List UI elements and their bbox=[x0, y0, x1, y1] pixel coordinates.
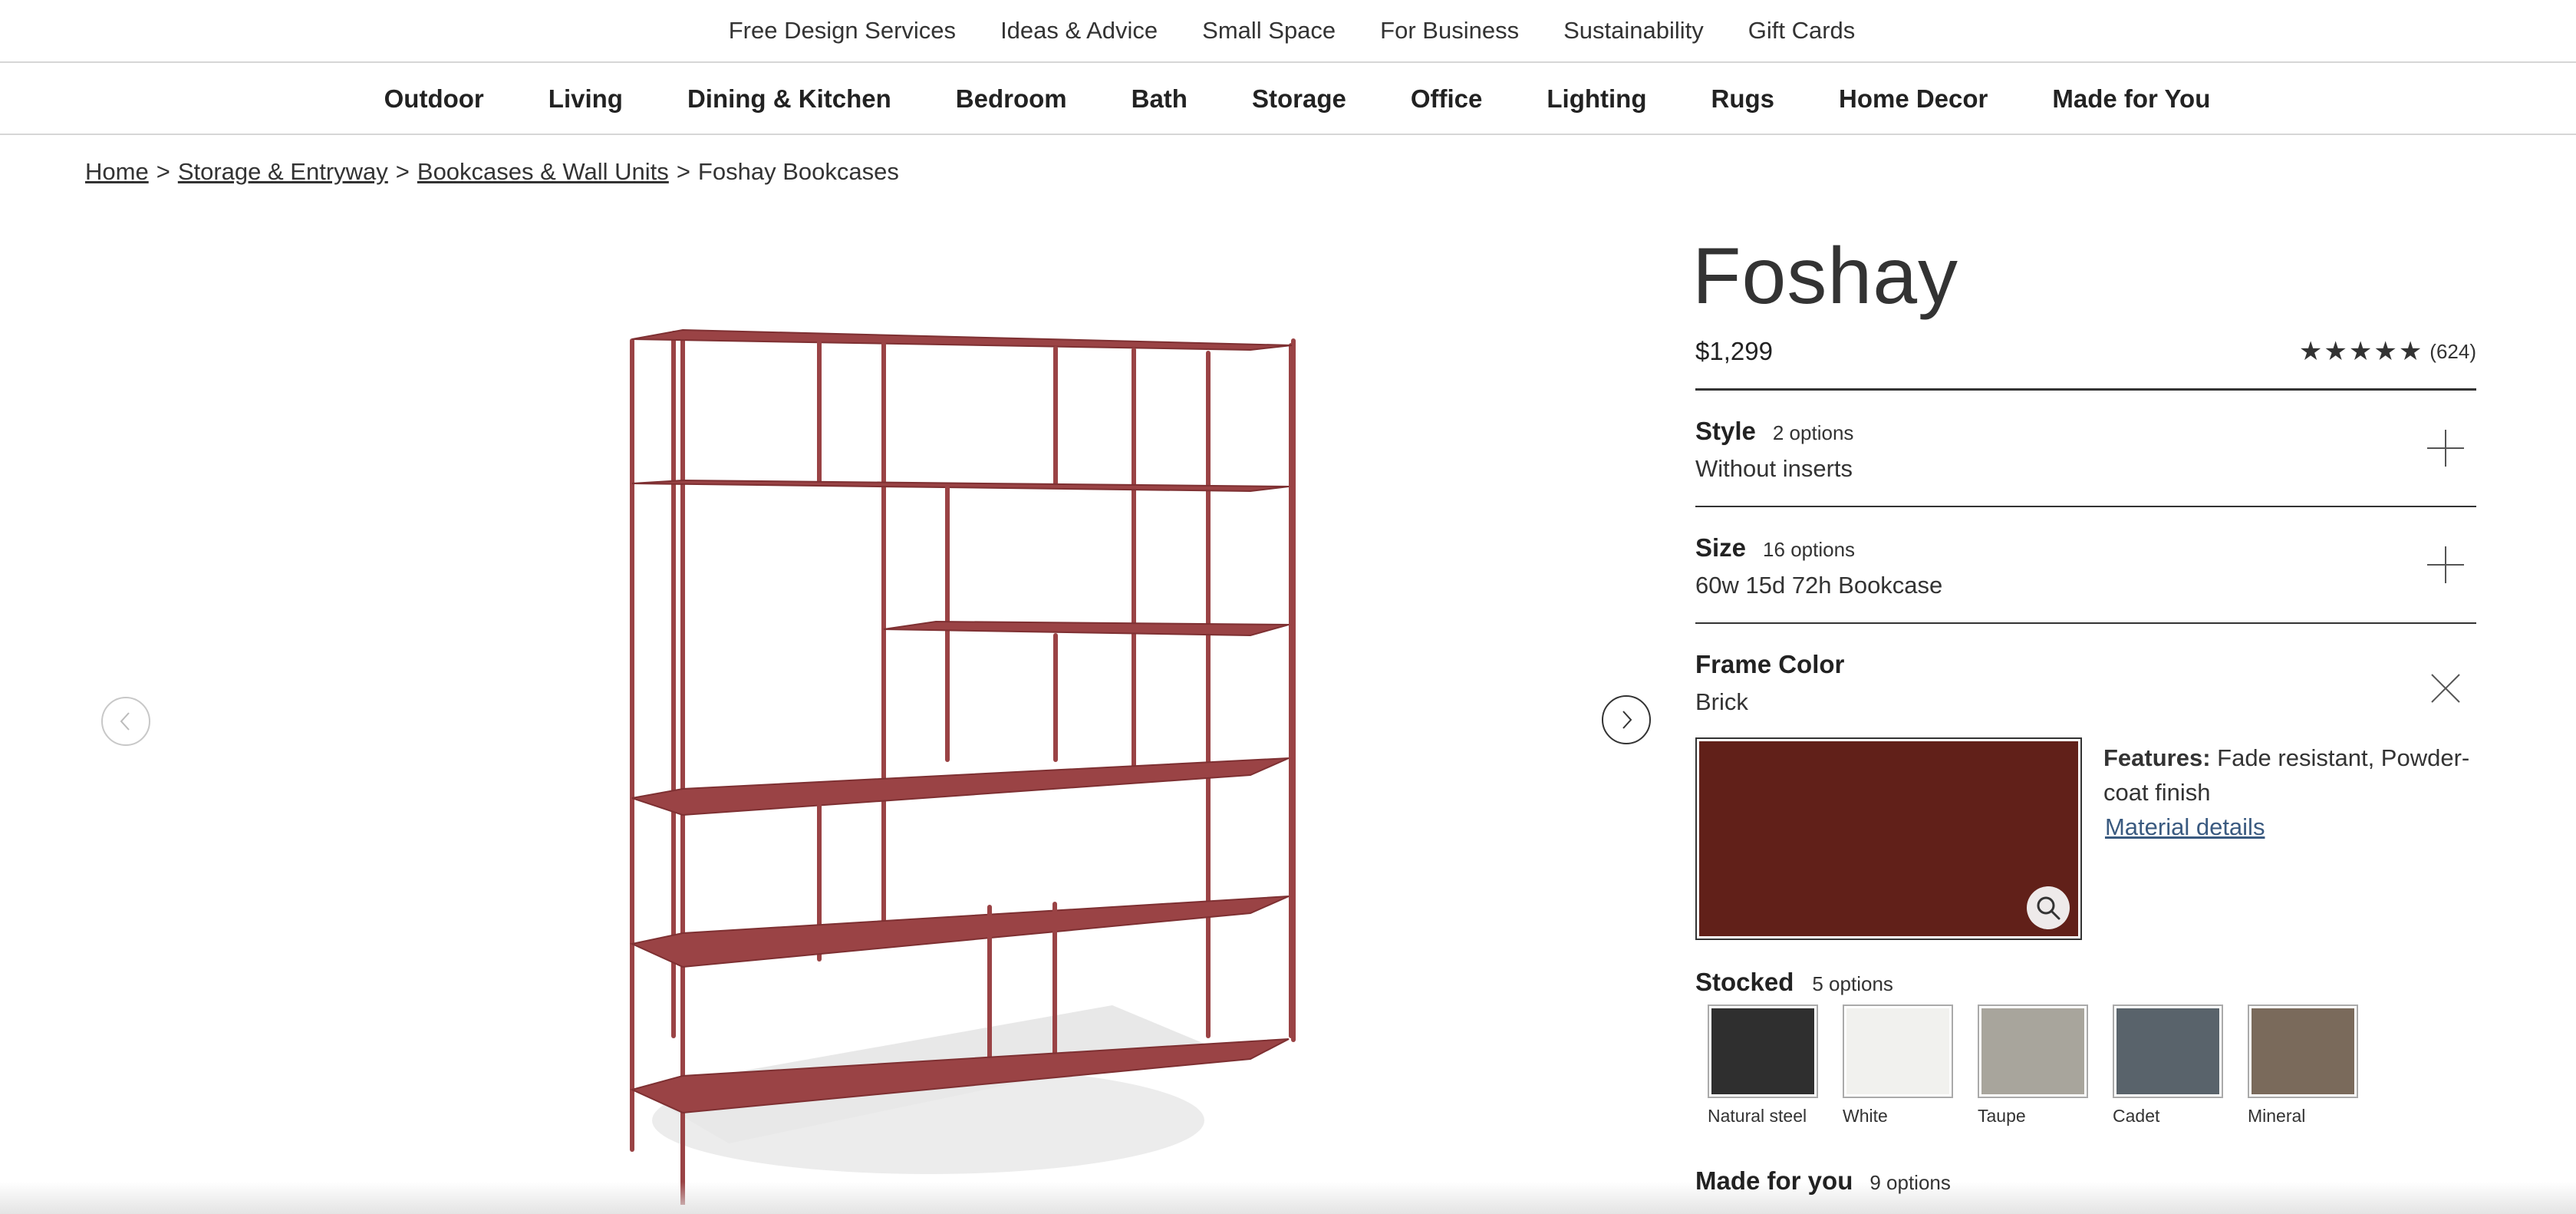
chip-label: Mineral bbox=[2248, 1106, 2306, 1126]
color-chip-taupe[interactable]: Taupe bbox=[1978, 1005, 2088, 1127]
color-chip-white[interactable]: White bbox=[1843, 1005, 1953, 1127]
utility-link-sustainability[interactable]: Sustainability bbox=[1563, 17, 1704, 45]
color-chip-list: Natural steel White Taupe Cadet Mineral bbox=[1695, 1005, 2476, 1127]
close-icon bbox=[2431, 674, 2460, 703]
selected-color-swatch[interactable] bbox=[1695, 737, 2082, 940]
collapse-frame-color-button[interactable] bbox=[2426, 668, 2466, 708]
nav-item-living[interactable]: Living bbox=[548, 84, 623, 114]
option-name: Style bbox=[1695, 417, 1756, 445]
chip-swatch bbox=[1978, 1005, 2088, 1098]
option-name: Made for you bbox=[1695, 1166, 1853, 1195]
chip-fill bbox=[2252, 1008, 2354, 1094]
breadcrumb-separator: > bbox=[156, 158, 170, 185]
utility-nav: Free Design Services Ideas & Advice Smal… bbox=[0, 0, 2576, 63]
bookcase-illustration bbox=[629, 328, 1296, 1207]
option-count: 9 options bbox=[1869, 1171, 1951, 1194]
gallery-next-button[interactable] bbox=[1602, 695, 1651, 744]
product-image bbox=[529, 269, 1296, 1207]
option-style[interactable]: Style 2 options Without inserts bbox=[1695, 391, 2476, 507]
material-details-link[interactable]: Material details bbox=[2105, 810, 2265, 844]
option-value: 60w 15d 72h Bookcase bbox=[1695, 572, 1943, 599]
price-rating-row: $1,299 ★★★★★ (624) bbox=[1695, 333, 2476, 391]
chip-swatch bbox=[2248, 1005, 2358, 1098]
frame-color-detail: Features: Fade resistant, Powder-coat fi… bbox=[1695, 737, 2476, 940]
gallery-prev-button[interactable] bbox=[101, 697, 150, 746]
breadcrumb-storage-entryway[interactable]: Storage & Entryway bbox=[178, 158, 388, 185]
product-gallery bbox=[84, 230, 1680, 1207]
breadcrumb-current: Foshay Bookcases bbox=[697, 158, 899, 185]
magnifier-icon bbox=[2037, 896, 2060, 920]
features-text: Features: Fade resistant, Powder-coat fi… bbox=[2103, 737, 2476, 940]
color-chip-natural-steel[interactable]: Natural steel bbox=[1708, 1005, 1818, 1127]
chip-fill bbox=[1711, 1008, 1814, 1094]
chip-label: Natural steel bbox=[1708, 1106, 1807, 1126]
option-name: Stocked bbox=[1695, 968, 1794, 996]
chip-swatch bbox=[2113, 1005, 2223, 1098]
breadcrumb-bookcases[interactable]: Bookcases & Wall Units bbox=[417, 158, 669, 185]
breadcrumb-home[interactable]: Home bbox=[85, 158, 149, 185]
chevron-right-icon bbox=[1622, 711, 1632, 729]
expand-size-button[interactable] bbox=[2426, 545, 2466, 585]
product-title: Foshay bbox=[1692, 232, 1959, 321]
star-rating-icon: ★★★★★ bbox=[2298, 337, 2424, 366]
option-count: 16 options bbox=[1763, 538, 1856, 561]
nav-item-dining-kitchen[interactable]: Dining & Kitchen bbox=[687, 84, 891, 114]
option-value: Without inserts bbox=[1695, 455, 1853, 482]
chip-label: Taupe bbox=[1978, 1106, 2026, 1126]
product-info-panel: Foshay $1,299 ★★★★★ (624) Style 2 option… bbox=[1692, 223, 2476, 1196]
breadcrumb: Home > Storage & Entryway > Bookcases & Wall… bbox=[85, 158, 899, 186]
color-chip-mineral[interactable]: Mineral bbox=[2248, 1005, 2358, 1127]
nav-item-office[interactable]: Office bbox=[1411, 84, 1483, 114]
rating-summary[interactable]: ★★★★★ (624) bbox=[2299, 336, 2476, 367]
chip-fill bbox=[2116, 1008, 2219, 1094]
option-header: Style 2 options bbox=[1695, 417, 2476, 446]
chip-swatch bbox=[1843, 1005, 1953, 1098]
nav-item-bedroom[interactable]: Bedroom bbox=[956, 84, 1067, 114]
nav-item-home-decor[interactable]: Home Decor bbox=[1839, 84, 1988, 114]
nav-item-rugs[interactable]: Rugs bbox=[1711, 84, 1775, 114]
chevron-left-icon bbox=[120, 712, 130, 731]
nav-item-bath[interactable]: Bath bbox=[1132, 84, 1188, 114]
color-chip-cadet[interactable]: Cadet bbox=[2113, 1005, 2223, 1127]
stocked-colors: Stocked 5 options Natural steel White Ta… bbox=[1695, 968, 2476, 1127]
main-category-nav: Outdoor Living Dining & Kitchen Bedroom … bbox=[0, 64, 2576, 135]
chip-fill bbox=[1846, 1008, 1949, 1094]
option-count: 2 options bbox=[1772, 421, 1854, 444]
utility-link-small-space[interactable]: Small Space bbox=[1202, 17, 1336, 45]
option-frame-color: Frame Color Brick Features: Fade resista… bbox=[1695, 624, 2476, 1196]
chip-swatch bbox=[1708, 1005, 1818, 1098]
plus-icon bbox=[2427, 546, 2464, 583]
utility-link-gift-cards[interactable]: Gift Cards bbox=[1748, 17, 1856, 45]
option-header: Size 16 options bbox=[1695, 533, 2476, 562]
breadcrumb-separator: > bbox=[676, 158, 690, 185]
features-label: Features: bbox=[2103, 744, 2211, 771]
made-for-you-colors[interactable]: Made for you 9 options bbox=[1695, 1166, 2476, 1196]
swatch-fill bbox=[1699, 741, 2078, 936]
option-count: 5 options bbox=[1812, 972, 1893, 995]
chip-label: White bbox=[1843, 1106, 1888, 1126]
nav-item-outdoor[interactable]: Outdoor bbox=[384, 84, 484, 114]
option-value: Brick bbox=[1695, 688, 1748, 715]
utility-link-design-services[interactable]: Free Design Services bbox=[729, 17, 956, 45]
zoom-swatch-button[interactable] bbox=[2026, 886, 2070, 929]
option-header: Stocked 5 options bbox=[1695, 968, 2476, 997]
chip-fill bbox=[1981, 1008, 2084, 1094]
plus-icon bbox=[2427, 430, 2464, 467]
option-name: Frame Color bbox=[1695, 650, 1845, 678]
utility-link-for-business[interactable]: For Business bbox=[1380, 17, 1519, 45]
breadcrumb-separator: > bbox=[395, 158, 410, 185]
option-name: Size bbox=[1695, 533, 1747, 562]
expand-style-button[interactable] bbox=[2426, 428, 2466, 468]
nav-item-lighting[interactable]: Lighting bbox=[1547, 84, 1646, 114]
utility-link-ideas-advice[interactable]: Ideas & Advice bbox=[1000, 17, 1158, 45]
nav-item-made-for-you[interactable]: Made for You bbox=[2052, 84, 2210, 114]
chip-label: Cadet bbox=[2113, 1106, 2160, 1126]
option-size[interactable]: Size 16 options 60w 15d 72h Bookcase bbox=[1695, 507, 2476, 624]
product-price: $1,299 bbox=[1695, 337, 1773, 365]
review-count: (624) bbox=[2429, 339, 2476, 363]
nav-item-storage[interactable]: Storage bbox=[1252, 84, 1346, 114]
